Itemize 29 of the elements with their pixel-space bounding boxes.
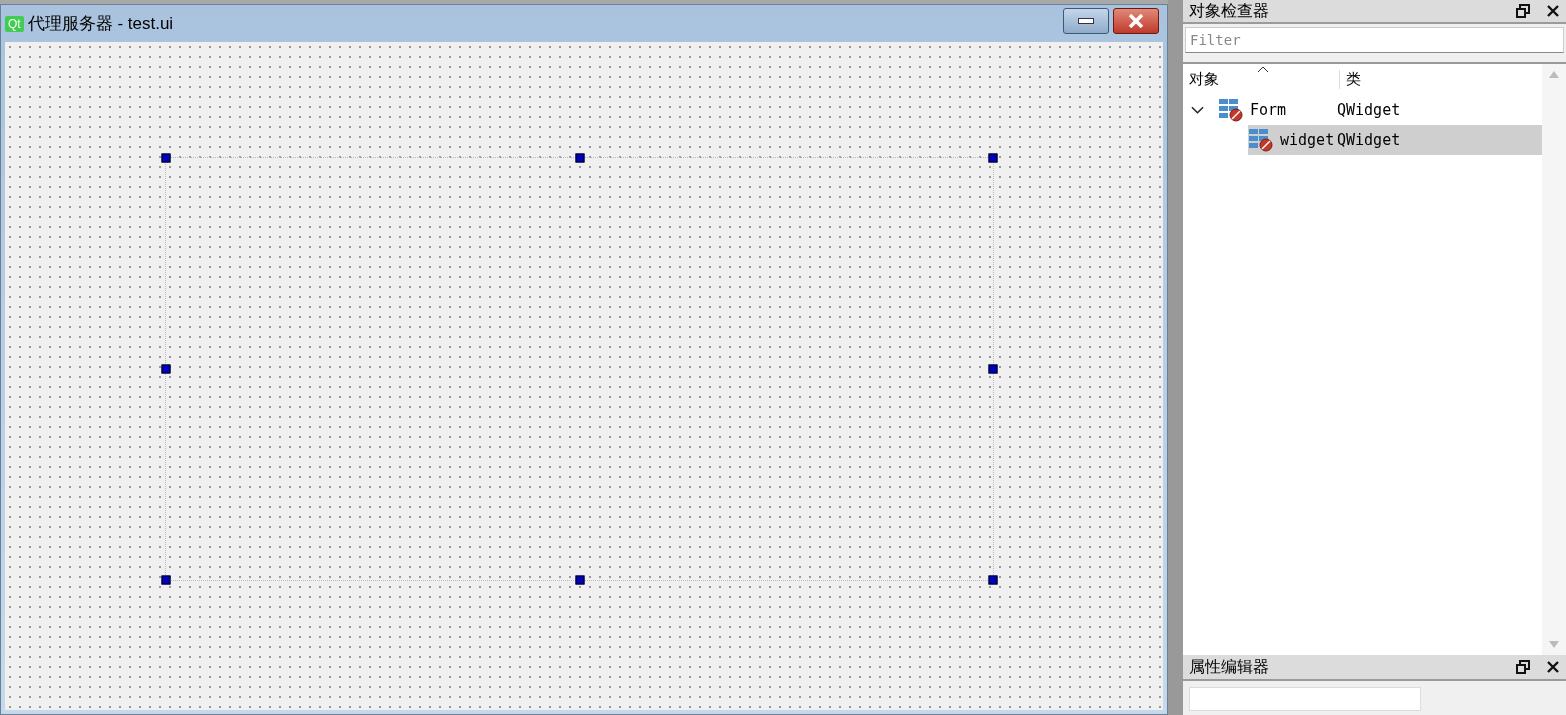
tree-item[interactable]: Form QWidget — [1218, 95, 1542, 125]
resize-handle[interactable] — [161, 364, 171, 374]
close-icon[interactable] — [1546, 660, 1560, 674]
resize-handle[interactable] — [161, 575, 171, 585]
resize-handle[interactable] — [575, 575, 584, 585]
expand-caret-icon[interactable] — [1191, 105, 1204, 115]
resize-handle[interactable] — [988, 575, 998, 585]
qt-logo-icon: Qt — [5, 15, 24, 32]
widget-icon — [1248, 128, 1274, 152]
widget-icon — [1218, 98, 1244, 122]
window-title: 代理服务器 - test.ui — [27, 13, 174, 35]
float-icon[interactable] — [1516, 660, 1530, 674]
dock-title: 对象检查器 — [1189, 0, 1269, 22]
tree-item[interactable]: widget QWidget — [1248, 125, 1542, 155]
filter-field[interactable] — [1189, 687, 1421, 711]
dock-title: 属性编辑器 — [1189, 656, 1269, 678]
resize-handle[interactable] — [988, 153, 998, 163]
resize-handle[interactable] — [161, 153, 171, 163]
close-button[interactable] — [1113, 7, 1159, 34]
close-icon — [1127, 13, 1145, 28]
minimize-button[interactable] — [1063, 7, 1109, 34]
column-header[interactable]: 对象 — [1183, 69, 1340, 89]
sort-caret-icon — [1257, 66, 1269, 73]
resize-handle[interactable] — [575, 153, 584, 163]
resize-handle[interactable] — [988, 364, 998, 374]
column-header[interactable]: 类 — [1340, 69, 1361, 89]
close-icon[interactable] — [1546, 4, 1560, 18]
filter-field[interactable]: Filter — [1185, 27, 1564, 53]
float-icon[interactable] — [1516, 4, 1530, 18]
